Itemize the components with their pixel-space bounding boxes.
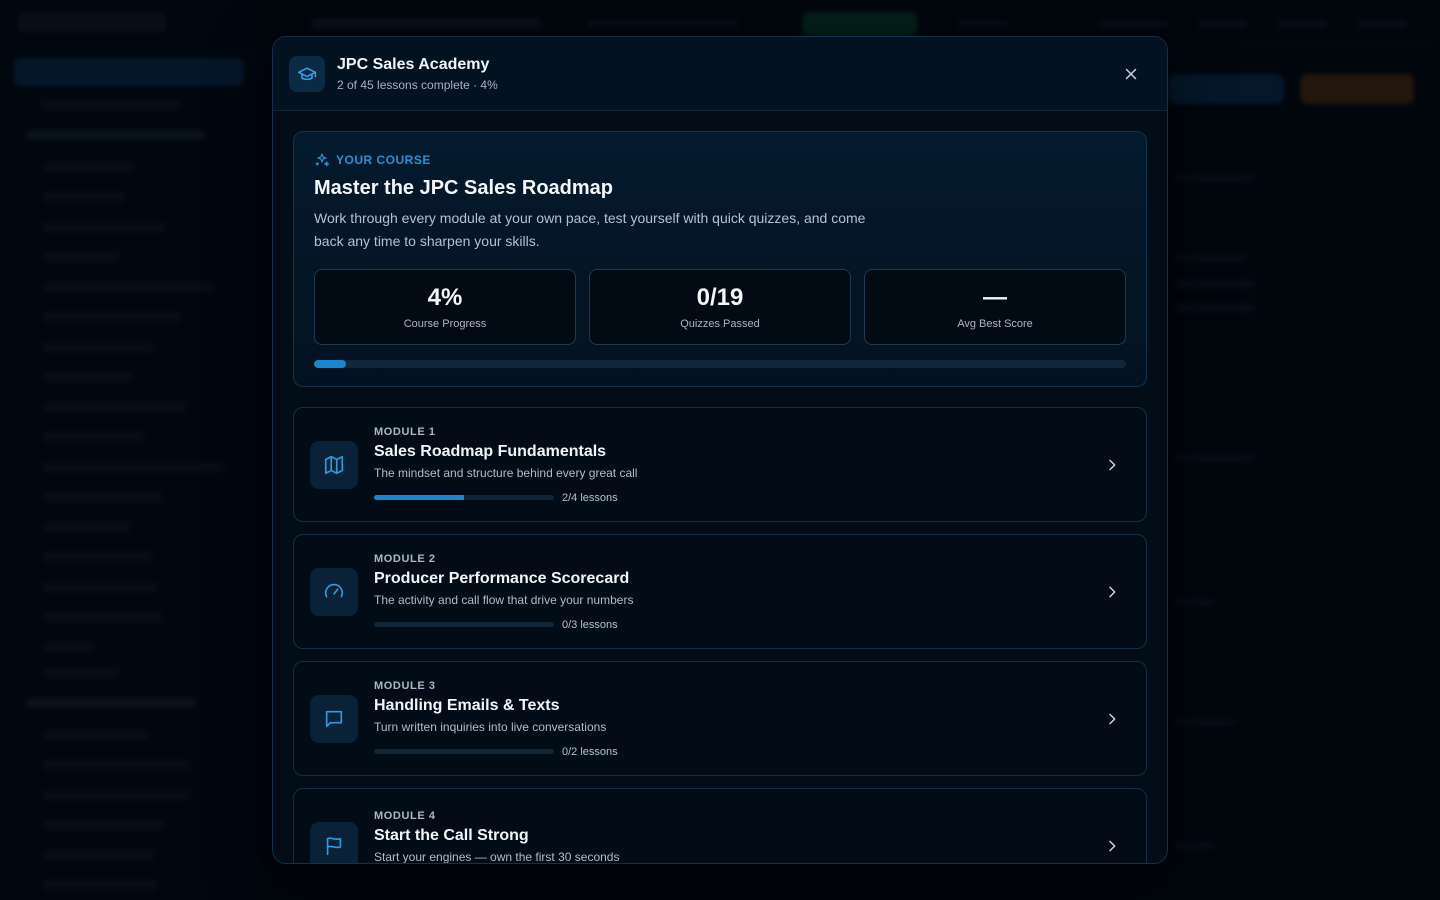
module-progress-label: 2/4 lessons bbox=[562, 491, 618, 504]
stat-value: 4% bbox=[427, 284, 463, 311]
module-description: The mindset and structure behind every g… bbox=[374, 465, 638, 480]
module-progress-bar bbox=[374, 495, 554, 500]
course-progress-bar bbox=[314, 360, 1126, 368]
course-title: Master the JPC Sales Roadmap bbox=[314, 177, 613, 199]
module-title: Start the Call Strong bbox=[374, 827, 529, 844]
stat-quizzes-passed: 0/19 Quizzes Passed bbox=[589, 269, 851, 345]
sparkles-icon bbox=[315, 153, 330, 167]
stat-label: Quizzes Passed bbox=[680, 318, 760, 330]
module-progress: 0/3 lessons bbox=[374, 619, 1102, 631]
course-eyebrow: YOUR COURSE bbox=[314, 152, 1126, 168]
module-progress-label: 0/3 lessons bbox=[562, 618, 618, 631]
module-number: MODULE 4 bbox=[374, 810, 436, 822]
academy-modal: JPC Sales Academy 2 of 45 lessons comple… bbox=[272, 36, 1168, 864]
module-title: Producer Performance Scorecard bbox=[374, 569, 630, 587]
modal-body: YOUR COURSE Master the JPC Sales Roadmap… bbox=[273, 111, 1167, 864]
modal-subtitle: 2 of 45 lessons complete · 4% bbox=[337, 78, 498, 92]
course-stats: 4% Course Progress 0/19 Quizzes Passed —… bbox=[314, 269, 1126, 345]
course-description: Work through every module at your own pa… bbox=[314, 210, 866, 249]
module-description: Start your engines — own the first 30 se… bbox=[374, 850, 620, 864]
stat-label: Avg Best Score bbox=[957, 318, 1033, 330]
module-title: Handling Emails & Texts bbox=[374, 696, 560, 714]
stat-course-progress: 4% Course Progress bbox=[314, 269, 576, 345]
module-card-4[interactable]: MODULE 4 Start the Call Strong Start you… bbox=[293, 788, 1147, 864]
course-overview-card: YOUR COURSE Master the JPC Sales Roadmap… bbox=[293, 131, 1147, 387]
gauge-icon bbox=[310, 567, 358, 616]
module-progress-fill bbox=[374, 495, 464, 500]
close-button[interactable] bbox=[1117, 60, 1145, 88]
close-icon bbox=[1125, 68, 1137, 79]
module-number: MODULE 1 bbox=[374, 425, 436, 438]
module-progress-bar bbox=[374, 749, 554, 754]
modal-title: JPC Sales Academy bbox=[337, 56, 490, 73]
map-icon bbox=[310, 440, 358, 489]
module-card-3[interactable]: MODULE 3 Handling Emails & Texts Turn wr… bbox=[293, 661, 1147, 776]
stat-value: — bbox=[983, 284, 1007, 311]
module-card-2[interactable]: MODULE 2 Producer Performance Scorecard … bbox=[293, 534, 1147, 649]
module-progress-label: 0/2 lessons bbox=[562, 745, 618, 758]
course-eyebrow-label: YOUR COURSE bbox=[336, 153, 431, 167]
graduation-cap-icon bbox=[289, 55, 325, 92]
chevron-right-icon bbox=[1102, 582, 1122, 602]
chevron-right-icon bbox=[1102, 836, 1122, 856]
chevron-right-icon bbox=[1102, 455, 1122, 475]
course-progress-fill bbox=[314, 360, 347, 368]
module-title: Sales Roadmap Fundamentals bbox=[374, 442, 607, 460]
module-progress: 0/2 lessons bbox=[374, 746, 1102, 758]
message-square-icon bbox=[310, 694, 358, 743]
module-number: MODULE 2 bbox=[374, 552, 436, 565]
chevron-right-icon bbox=[1102, 709, 1122, 729]
module-description: The activity and call flow that drive yo… bbox=[374, 592, 634, 607]
stat-avg-best-score: — Avg Best Score bbox=[864, 269, 1126, 345]
modal-header: JPC Sales Academy 2 of 45 lessons comple… bbox=[273, 37, 1167, 111]
flag-icon bbox=[310, 821, 358, 863]
module-progress: 2/4 lessons bbox=[374, 492, 1102, 504]
stat-label: Course Progress bbox=[403, 318, 487, 330]
stat-value: 0/19 bbox=[696, 284, 744, 311]
module-card-1[interactable]: MODULE 1 Sales Roadmap Fundamentals The … bbox=[293, 407, 1147, 522]
module-description: Turn written inquiries into live convers… bbox=[374, 719, 607, 734]
module-progress-bar bbox=[374, 622, 554, 627]
module-number: MODULE 3 bbox=[374, 679, 436, 692]
